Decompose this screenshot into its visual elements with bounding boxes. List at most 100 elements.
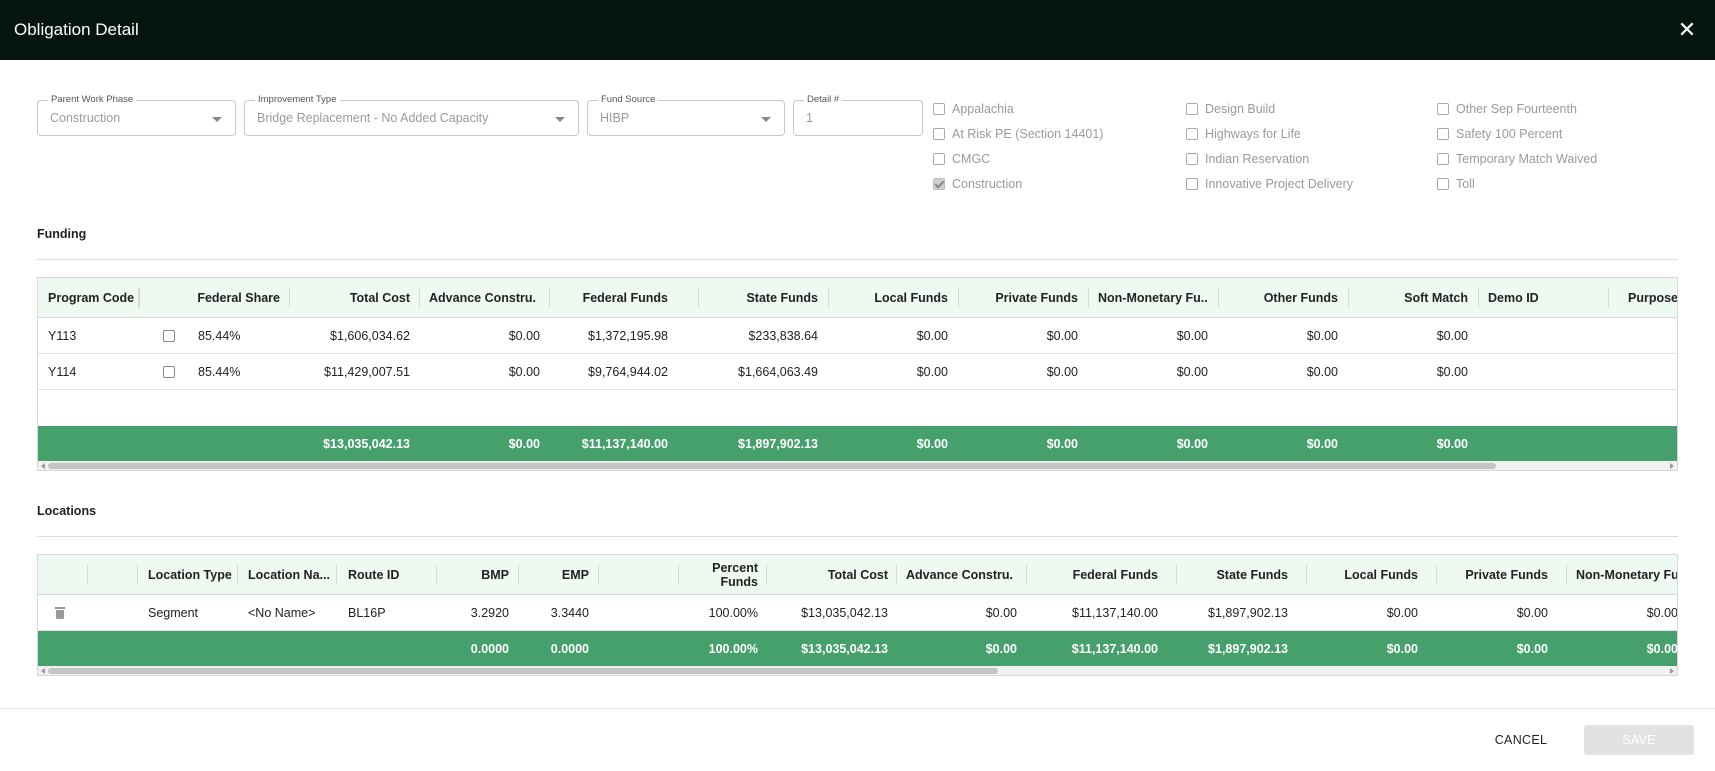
col-route-id[interactable]: Route ID [348, 555, 428, 595]
checkbox-at-risk-pe[interactable]: At Risk PE (Section 14401) [933, 127, 1103, 141]
close-icon[interactable]: ✕ [1673, 16, 1701, 44]
col-advance-construction[interactable]: Advance Constru... [429, 278, 536, 318]
column-separator [436, 565, 437, 585]
checkbox-label: Construction [952, 177, 1023, 191]
col-non-monetary-funds[interactable]: Non-Monetary Fu... [1576, 555, 1677, 595]
col-federal-funds[interactable]: Federal Funds [558, 278, 668, 318]
table-row[interactable]: Segment <No Name> BL16P 3.2920 3.3440 10… [38, 595, 1677, 631]
checkbox-box[interactable] [933, 178, 945, 190]
col-percent-funds[interactable]: Percent Funds [678, 555, 758, 595]
cell-other-funds: $0.00 [1306, 329, 1338, 343]
col-demo-id[interactable]: Demo ID [1488, 278, 1598, 318]
total-local-funds: $0.00 [1386, 641, 1418, 656]
col-state-funds[interactable]: State Funds [708, 278, 818, 318]
locations-section-title: Locations [37, 504, 97, 518]
checkbox-box[interactable] [933, 153, 945, 165]
checkbox-other-sep-fourteenth[interactable]: Other Sep Fourteenth [1437, 102, 1577, 116]
row-checkbox[interactable] [163, 318, 175, 354]
total-total-cost: $13,035,042.13 [801, 641, 888, 656]
col-purpose-id[interactable]: Purpose ID [1618, 278, 1677, 318]
checkbox-safety-100-percent[interactable]: Safety 100 Percent [1437, 127, 1562, 141]
checkbox-box[interactable] [933, 128, 945, 140]
col-federal-funds[interactable]: Federal Funds [1038, 555, 1158, 595]
col-state-funds[interactable]: State Funds [1178, 555, 1288, 595]
col-other-funds[interactable]: Other Funds [1228, 278, 1338, 318]
col-total-cost[interactable]: Total Cost [298, 278, 410, 318]
col-program-code[interactable]: Program Code [48, 278, 158, 318]
checkbox-highways-for-life[interactable]: Highways for Life [1186, 127, 1301, 141]
scrollbar-thumb[interactable] [48, 463, 1496, 469]
col-federal-share[interactable]: Federal Share [176, 278, 280, 318]
save-button[interactable]: SAVE [1584, 725, 1694, 755]
col-soft-match[interactable]: Soft Match [1358, 278, 1468, 318]
cell-percent-funds: 100.00% [708, 606, 758, 620]
cell-state-funds: $1,664,063.49 [738, 365, 818, 379]
col-local-funds[interactable]: Local Funds [1308, 555, 1418, 595]
checkbox-box[interactable] [1437, 153, 1449, 165]
checkbox-box[interactable] [1186, 178, 1198, 190]
checkbox-appalachia[interactable]: Appalachia [933, 102, 1014, 116]
col-private-funds[interactable]: Private Funds [968, 278, 1078, 318]
column-separator [137, 565, 138, 585]
col-bmp[interactable]: BMP [438, 555, 509, 595]
scroll-right-icon[interactable] [1670, 463, 1674, 469]
col-location-name[interactable]: Location Na... [248, 555, 332, 595]
checkbox-innovative-project-delivery[interactable]: Innovative Project Delivery [1186, 177, 1353, 191]
cell-location-name: <No Name> [248, 606, 316, 620]
cell-soft-match: $0.00 [1436, 329, 1468, 343]
checkbox-label: Appalachia [952, 102, 1014, 116]
scrollbar-thumb[interactable] [48, 668, 998, 674]
checkbox-design-build[interactable]: Design Build [1186, 102, 1275, 116]
checkbox-indian-reservation[interactable]: Indian Reservation [1186, 152, 1309, 166]
locations-totals-row: 0.0000 0.0000 100.00% $13,035,042.13 $0.… [38, 631, 1677, 666]
scroll-left-icon[interactable] [41, 668, 45, 674]
checkbox-box[interactable] [1186, 103, 1198, 115]
locations-horizontal-scrollbar[interactable] [38, 666, 1677, 675]
column-separator [1306, 565, 1307, 585]
column-separator [289, 288, 290, 308]
cell-non-monetary: $0.00 [1646, 606, 1678, 620]
checkbox-box[interactable] [1437, 128, 1449, 140]
fund-source-select[interactable]: Fund Source HIBP [587, 94, 785, 136]
col-non-monetary-funds[interactable]: Non-Monetary Fu... [1098, 278, 1208, 318]
cell-state-funds: $233,838.64 [748, 329, 818, 343]
checkbox-cmgc[interactable]: CMGC [933, 152, 990, 166]
col-private-funds[interactable]: Private Funds [1438, 555, 1548, 595]
checkbox-box[interactable] [1437, 178, 1449, 190]
trash-icon[interactable] [55, 607, 65, 619]
checkbox-box[interactable] [933, 103, 945, 115]
delete-row-button[interactable] [55, 595, 65, 631]
table-row[interactable]: Y114 85.44% $11,429,007.51 $0.00 $9,764,… [38, 354, 1677, 390]
checkbox-box[interactable] [1186, 128, 1198, 140]
scroll-left-icon[interactable] [41, 463, 45, 469]
table-row[interactable]: Y113 85.44% $1,606,034.62 $0.00 $1,372,1… [38, 318, 1677, 354]
checkbox-toll[interactable]: Toll [1437, 177, 1475, 191]
checkbox-construction[interactable]: Construction [933, 177, 1022, 191]
cell-advance: $0.00 [985, 606, 1017, 620]
funding-horizontal-scrollbar[interactable] [38, 461, 1677, 470]
col-total-cost[interactable]: Total Cost [778, 555, 888, 595]
detail-number-field[interactable]: Detail # 1 [793, 94, 923, 136]
total-private-funds: $0.00 [1516, 641, 1548, 656]
funding-section-title: Funding [37, 227, 87, 241]
checkbox-box[interactable] [1186, 153, 1198, 165]
column-separator [139, 288, 140, 308]
scroll-right-icon[interactable] [1670, 668, 1674, 674]
checkbox-temporary-match-waived[interactable]: Temporary Match Waived [1437, 152, 1597, 166]
parent-work-phase-select[interactable]: Parent Work Phase Construction [37, 94, 236, 136]
checkbox-box[interactable] [1437, 103, 1449, 115]
cell-local-funds: $0.00 [916, 365, 948, 379]
checkbox-label: Toll [1456, 177, 1475, 191]
cancel-button[interactable]: CANCEL [1480, 725, 1562, 755]
cell-local-funds: $0.00 [916, 329, 948, 343]
col-emp[interactable]: EMP [518, 555, 589, 595]
col-location-type[interactable]: Location Type [148, 555, 238, 595]
col-advance-construction[interactable]: Advance Constru... [906, 555, 1013, 595]
total-soft-match: $0.00 [1436, 436, 1468, 451]
column-separator [1176, 565, 1177, 585]
improvement-type-select[interactable]: Improvement Type Bridge Replacement - No… [244, 94, 579, 136]
col-local-funds[interactable]: Local Funds [838, 278, 948, 318]
column-separator [766, 565, 767, 585]
column-separator [549, 288, 550, 308]
row-checkbox[interactable] [163, 354, 175, 390]
